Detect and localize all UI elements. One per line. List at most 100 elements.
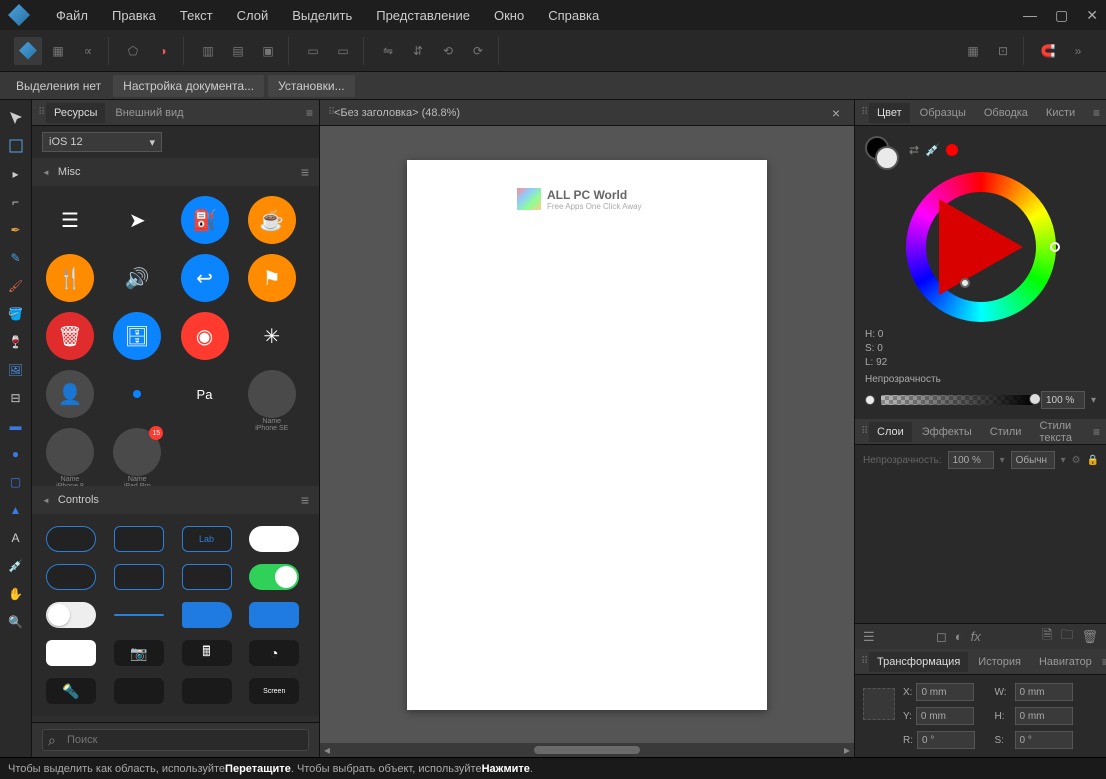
tab-styles[interactable]: Стили: [982, 422, 1030, 442]
text-tool[interactable]: A: [2, 525, 30, 551]
asset-fingerprint-icon[interactable]: ◉: [181, 312, 229, 360]
menu-view[interactable]: Представление: [364, 2, 482, 29]
ctrl-white-pill[interactable]: [249, 526, 299, 552]
color-panel-handle[interactable]: ⠿: [861, 107, 867, 118]
ctrl-timer[interactable]: ◔: [249, 640, 299, 666]
toolbar-shape2-icon[interactable]: ◑: [149, 37, 177, 65]
x-input[interactable]: [916, 683, 974, 701]
tab-stroke[interactable]: Обводка: [976, 103, 1036, 123]
mask-icon[interactable]: ◻: [936, 629, 947, 645]
corner-tool[interactable]: ⌐: [2, 189, 30, 215]
asset-placeholder-3[interactable]: 15NameiPad Pro: [113, 428, 161, 476]
layers-panel-handle[interactable]: ⠿: [861, 426, 867, 437]
asset-sound-icon[interactable]: 🔊: [113, 254, 161, 302]
toolbar-grid-toggle-icon[interactable]: ▦: [959, 37, 987, 65]
canvas-viewport[interactable]: ALL PC World Free Apps One Click Away: [320, 126, 854, 743]
artboard-tool[interactable]: [2, 133, 30, 159]
node-tool[interactable]: ▸: [2, 161, 30, 187]
tab-history[interactable]: История: [970, 652, 1029, 672]
maximize-button[interactable]: ▢: [1055, 7, 1068, 24]
ctrl-segmented[interactable]: [182, 564, 232, 590]
asset-placeholder-1[interactable]: NameiPhone SE: [248, 370, 296, 418]
color-panel-menu-icon[interactable]: ≡: [1093, 106, 1100, 120]
asset-archive-icon[interactable]: 🗄: [113, 312, 161, 360]
ctrl-screen[interactable]: Screen: [249, 678, 299, 704]
delete-layer-icon[interactable]: 🗑: [1082, 629, 1099, 645]
crop-tool[interactable]: ⊟: [2, 385, 30, 411]
ctrl-outline-pill-2[interactable]: [46, 564, 96, 590]
tab-appearance[interactable]: Внешний вид: [107, 103, 191, 123]
layers-panel-menu-icon[interactable]: ≡: [1093, 425, 1100, 439]
blend-mode-dropdown-icon[interactable]: ▾: [1061, 455, 1066, 466]
sl-handle[interactable]: [960, 278, 970, 288]
tab-color[interactable]: Цвет: [869, 103, 910, 123]
ctrl-camera[interactable]: 📷: [114, 640, 164, 666]
tab-transform[interactable]: Трансформация: [869, 652, 968, 672]
asset-placeholder-2[interactable]: NameiPhone 8: [46, 428, 94, 476]
new-group-icon[interactable]: 🗀: [1060, 626, 1073, 648]
scrollbar-thumb[interactable]: [534, 746, 641, 754]
artboard[interactable]: ALL PC World Free Apps One Click Away: [407, 160, 767, 710]
ellipse-tool[interactable]: ●: [2, 441, 30, 467]
layers-opacity-input[interactable]: [948, 451, 994, 469]
preferences-button[interactable]: Установки...: [268, 75, 355, 97]
menu-edit[interactable]: Правка: [100, 2, 168, 29]
ctrl-dark-2[interactable]: [114, 678, 164, 704]
fill-tool[interactable]: 🪣: [2, 301, 30, 327]
toolbar-flip-v-icon[interactable]: ⇵: [404, 37, 432, 65]
toolbar-view-icon[interactable]: ⊡: [989, 37, 1017, 65]
section-controls-header[interactable]: Controls ≡: [32, 486, 319, 514]
ctrl-dark-3[interactable]: [182, 678, 232, 704]
eyedropper-icon[interactable]: 💉: [925, 143, 940, 157]
s-input[interactable]: [1015, 731, 1073, 749]
asset-coffee-icon[interactable]: ☕: [248, 196, 296, 244]
lock-icon[interactable]: 🔒: [1087, 455, 1099, 466]
eyedropper-tool[interactable]: 💉: [2, 553, 30, 579]
menu-window[interactable]: Окно: [482, 2, 536, 29]
move-tool[interactable]: [2, 105, 30, 131]
fill-swatch[interactable]: [875, 146, 899, 170]
r-input[interactable]: [917, 731, 975, 749]
h-input[interactable]: [1015, 707, 1073, 725]
zoom-tool[interactable]: 🔍: [2, 609, 30, 635]
asset-radio-icon[interactable]: [113, 370, 161, 418]
opacity-dropdown-icon[interactable]: ▾: [1091, 395, 1096, 406]
toolbar-order1-icon[interactable]: ▭: [299, 37, 327, 65]
asset-location-icon[interactable]: ➤: [113, 196, 161, 244]
asset-spinner-icon[interactable]: ✳: [248, 312, 296, 360]
tab-navigator[interactable]: Навигатор: [1031, 652, 1100, 672]
toolbar-flip-h-icon[interactable]: ⇋: [374, 37, 402, 65]
menu-layer[interactable]: Слой: [225, 2, 281, 29]
brush-tool[interactable]: 🖌: [2, 273, 30, 299]
ctrl-outline-rect[interactable]: [114, 526, 164, 552]
section-misc-header[interactable]: Misc ≡: [32, 158, 319, 186]
persona-designer-button[interactable]: [14, 37, 42, 65]
toolbar-align2-icon[interactable]: ▤: [224, 37, 252, 65]
asset-applepay-icon[interactable]: Pa: [181, 370, 229, 418]
close-button[interactable]: ✕: [1086, 7, 1098, 24]
toolbar-shape1-icon[interactable]: ⬠: [119, 37, 147, 65]
w-input[interactable]: [1015, 683, 1073, 701]
layers-stack-icon[interactable]: ☰: [863, 629, 875, 645]
opacity-slider-handle[interactable]: [1029, 393, 1041, 405]
asset-reply-icon[interactable]: ↩: [181, 254, 229, 302]
ctrl-outline-pill[interactable]: [46, 526, 96, 552]
asset-trash-icon[interactable]: 🗑: [46, 312, 94, 360]
rounded-rect-tool[interactable]: ▢: [2, 469, 30, 495]
gear-icon[interactable]: ⚙: [1072, 455, 1081, 466]
place-image-tool[interactable]: 🖼: [2, 357, 30, 383]
menu-help[interactable]: Справка: [536, 2, 611, 29]
assets-panel-menu-icon[interactable]: ≡: [306, 106, 313, 120]
section-misc-menu-icon[interactable]: ≡: [301, 164, 309, 180]
layers-opacity-dropdown-icon[interactable]: ▾: [1000, 455, 1005, 466]
asset-gas-icon[interactable]: ⛽: [181, 196, 229, 244]
asset-flag-icon[interactable]: ⚑: [248, 254, 296, 302]
ctrl-toggle-on[interactable]: [249, 564, 299, 590]
layers-list[interactable]: [855, 475, 1106, 623]
asset-avatar-icon[interactable]: 👤: [46, 370, 94, 418]
pen-tool[interactable]: ✒: [2, 217, 30, 243]
transform-panel-menu-icon[interactable]: ≡: [1102, 655, 1106, 669]
assets-search-input[interactable]: [42, 729, 309, 751]
adjustment-icon[interactable]: ◐: [955, 629, 963, 644]
ctrl-flashlight[interactable]: 🔦: [46, 678, 96, 704]
